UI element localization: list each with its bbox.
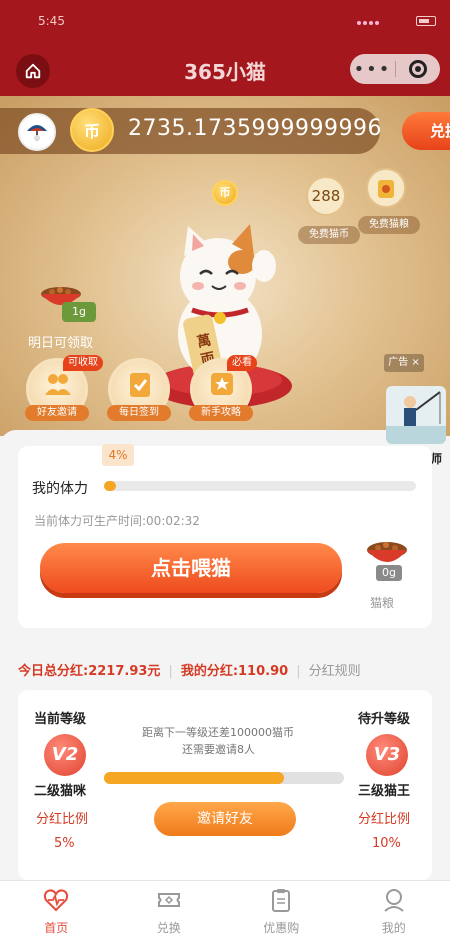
quick-action-invite[interactable]: 可收取 好友邀请 — [25, 355, 103, 421]
current-ratio: 5% — [54, 836, 75, 851]
exchange-button[interactable]: 兑换 — [402, 112, 450, 150]
current-ratio-label: 分红比例 — [36, 812, 89, 827]
quick-action-checkin[interactable]: 每日签到 — [107, 358, 171, 421]
cat-food-quantity: 0g — [376, 565, 402, 581]
tab-label: 优惠购 — [263, 921, 300, 935]
quick-action-label: 新手攻略 — [189, 405, 253, 421]
level-progress-fill — [104, 772, 284, 784]
mini-program-capsule: ••• — [350, 54, 440, 84]
dividend-rules-link[interactable]: 分红规则 — [309, 664, 361, 679]
tab-label: 我的 — [381, 921, 406, 935]
more-button[interactable]: ••• — [350, 59, 395, 80]
today-total-dividend: 今日总分红:2217.93元 — [18, 664, 161, 679]
current-level-name: 二级猫咪 — [34, 784, 87, 799]
free-food-label: 免费猫粮 — [358, 216, 420, 234]
coin-icon: 币 — [70, 108, 114, 152]
stamina-progress-bar — [104, 481, 416, 491]
quick-action-label: 好友邀请 — [25, 405, 89, 421]
quick-action-label: 每日签到 — [107, 405, 171, 421]
free-coin-bubble[interactable]: 288 — [306, 176, 346, 216]
fisherman-icon — [386, 391, 446, 444]
divider: | — [296, 664, 301, 679]
feed-cat-button[interactable]: 点击喂猫 — [40, 543, 342, 593]
status-time: 5:45 — [38, 14, 65, 28]
quick-action-badge: 必看 — [227, 355, 257, 371]
stamina-percent: 4% — [102, 444, 134, 466]
target-icon — [409, 60, 427, 78]
tab-home[interactable]: 首页 — [0, 881, 113, 939]
close-mini-program-button[interactable] — [396, 60, 440, 78]
friends-icon — [45, 374, 71, 395]
coin-balance: 2735.1735999999996 — [128, 116, 382, 141]
user-icon — [384, 889, 404, 912]
level-gap-invites: 还需要邀请8人 — [182, 743, 255, 756]
heart-pulse-icon — [44, 889, 69, 912]
checkin-clipboard-icon — [130, 373, 150, 397]
battery-icon — [416, 16, 436, 26]
avatar[interactable] — [18, 113, 56, 151]
cat-hero-area: 币 2735.1735999999996 兑换 币 288 免费猫币 免费猫粮 … — [0, 96, 450, 436]
next-level-badge: V3 — [366, 734, 408, 776]
tab-exchange[interactable]: 兑换 — [113, 881, 226, 939]
level-gap-coins: 距离下一等级还差100000猫币 — [142, 726, 294, 739]
bottom-tab-bar: 首页 兑换 优惠购 我的 — [0, 880, 450, 939]
top-bar: 5:45 365小猫 ••• — [0, 0, 450, 96]
cat-food-label: 猫粮 — [370, 596, 395, 610]
cat-food-bag-icon — [378, 180, 394, 198]
quick-action-badge: 可收取 — [63, 355, 103, 371]
tab-profile[interactable]: 我的 — [338, 881, 450, 939]
next-ratio-label: 分红比例 — [358, 812, 411, 827]
tomorrow-claim-label: 明日可领取 — [28, 336, 94, 351]
invite-friends-button[interactable]: 邀请好友 — [154, 802, 296, 836]
signal-icon — [356, 10, 390, 25]
umbrella-avatar-icon — [27, 125, 47, 141]
production-time: 当前体力可生产时间:00:02:32 — [34, 514, 200, 528]
current-level-heading: 当前等级 — [34, 712, 87, 727]
ticket-icon — [157, 893, 180, 907]
current-level-badge: V2 — [44, 734, 86, 776]
free-coin-label: 免费猫币 — [298, 226, 360, 244]
next-level-heading: 待升等级 — [358, 712, 411, 727]
tab-label: 兑换 — [156, 921, 181, 935]
divider: | — [168, 664, 173, 679]
floating-coin-icon[interactable]: 币 — [212, 180, 238, 206]
quick-action-guide[interactable]: 必看 新手攻略 — [189, 355, 257, 421]
next-ratio: 10% — [372, 836, 401, 851]
ad-close-tag[interactable]: 广告 × — [384, 354, 424, 372]
level-progress-bar — [104, 772, 344, 784]
tab-label: 首页 — [44, 921, 69, 935]
clipboard-icon — [272, 889, 291, 912]
bowl-weight: 1g — [62, 302, 96, 322]
star-guide-icon — [211, 373, 233, 395]
tab-deals[interactable]: 优惠购 — [225, 881, 338, 939]
free-food-bubble[interactable] — [366, 168, 406, 208]
stamina-progress-fill — [104, 481, 117, 491]
next-level-name: 三级猫王 — [358, 784, 411, 799]
fishing-game-ad[interactable] — [386, 386, 446, 444]
my-dividend: 我的分红:110.90 — [180, 664, 289, 679]
stamina-label: 我的体力 — [32, 481, 88, 497]
dividend-summary: 今日总分红:2217.93元 | 我的分红:110.90 | 分红规则 — [18, 660, 361, 679]
